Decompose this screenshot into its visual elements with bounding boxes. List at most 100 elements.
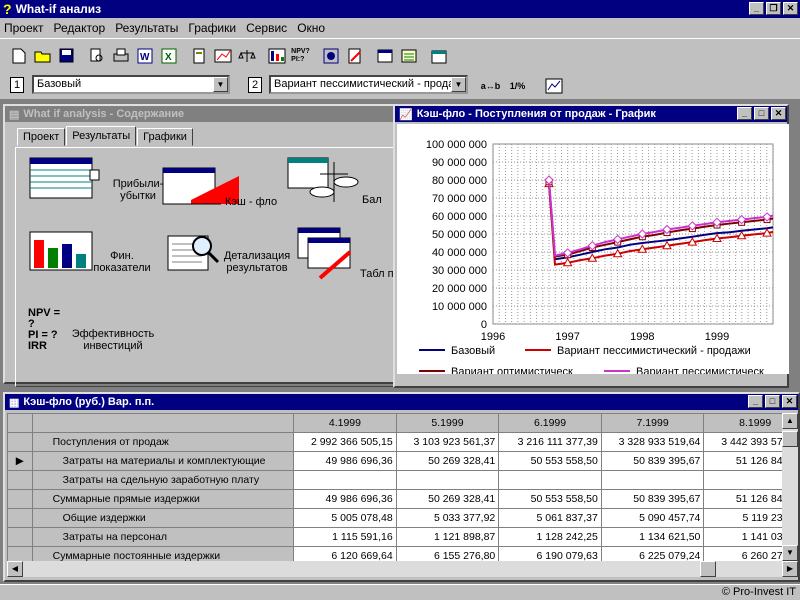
tab-charts[interactable]: Графики	[137, 128, 193, 146]
table-row[interactable]: ▶ Затраты на материалы и комплектующие 49 …	[7, 451, 782, 471]
details-item[interactable]: Детализация результатов	[166, 230, 292, 274]
value-cell[interactable]: 6 260 276,76	[703, 546, 782, 561]
column-header[interactable]: 4.1999	[293, 413, 397, 433]
value-cell[interactable]	[498, 470, 602, 490]
row-selector[interactable]	[7, 470, 33, 490]
value-cell[interactable]: 1 141 036,82	[703, 527, 782, 547]
restore-button[interactable]: ❐	[766, 2, 781, 15]
value-cell[interactable]: 50 839 395,67	[600, 489, 705, 509]
row-selector[interactable]	[7, 546, 33, 561]
table-horizontal-scrollbar[interactable]: ◀ ▶	[7, 561, 798, 577]
close-button[interactable]: ✕	[783, 2, 798, 15]
column-header[interactable]: 7.1999	[600, 413, 705, 433]
compare-values-icon[interactable]: a↔b	[480, 75, 501, 96]
row-selector[interactable]	[7, 527, 33, 547]
chart-maximize-button[interactable]: □	[754, 107, 769, 120]
excel-export-icon[interactable]: X	[158, 45, 179, 66]
table-row[interactable]: Поступления от продаж 2 992 366 505,15 3 1…	[7, 432, 782, 452]
value-cell[interactable]	[600, 470, 705, 490]
menu-editor[interactable]: Редактор	[54, 21, 106, 35]
value-cell[interactable]: 3 103 923 561,37	[395, 432, 500, 452]
balance-item[interactable]: Бал	[286, 156, 382, 206]
calendar-icon[interactable]	[428, 45, 449, 66]
chevron-down-icon[interactable]: ▼	[451, 77, 466, 92]
investment-efficiency-item[interactable]: NPV = ? PI = ? IRR Эффективность инвести…	[28, 308, 158, 353]
value-cell[interactable]: 5 061 837,37	[498, 508, 602, 528]
menu-window[interactable]: Окно	[297, 21, 325, 35]
value-cell[interactable]: 50 269 328,41	[395, 451, 500, 471]
chart-compare-icon[interactable]	[543, 75, 564, 96]
new-file-icon[interactable]	[8, 45, 29, 66]
chevron-down-icon[interactable]: ▼	[213, 77, 228, 92]
row-selector[interactable]	[7, 508, 33, 528]
scroll-right-icon[interactable]: ▶	[782, 561, 798, 577]
balance-icon[interactable]	[236, 45, 257, 66]
tab-project[interactable]: Проект	[17, 128, 66, 146]
base-variant-select[interactable]: Базовый ▼	[32, 75, 230, 94]
value-cell[interactable]: 6 120 669,64	[293, 546, 397, 561]
scroll-thumb[interactable]	[782, 431, 798, 447]
fin-indicators-item[interactable]: Фин. показатели	[28, 230, 152, 274]
value-cell[interactable]: 1 134 621,50	[600, 527, 705, 547]
row-selector[interactable]: ▶	[7, 451, 33, 471]
table-row[interactable]: Затраты на персонал 1 115 591,16 1 121 898…	[7, 527, 782, 547]
tab-results[interactable]: Результаты	[66, 126, 137, 146]
value-cell[interactable]: 1 128 242,25	[498, 527, 602, 547]
value-cell[interactable]: 6 190 079,63	[498, 546, 602, 561]
profit-loss-item[interactable]: Прибыли-убытки	[28, 156, 168, 202]
value-cell[interactable]: 1 121 898,87	[395, 527, 500, 547]
settings-icon[interactable]	[320, 45, 341, 66]
value-cell[interactable]: 3 442 393 574,62	[703, 432, 782, 452]
row-selector[interactable]	[7, 489, 33, 509]
value-cell[interactable]: 5 005 078,48	[293, 508, 397, 528]
value-cell[interactable]: 5 033 377,92	[395, 508, 500, 528]
window-icon[interactable]	[374, 45, 395, 66]
chart-window-title-bar[interactable]: 📈 Кэш-фло - Поступления от продаж - Граф…	[395, 106, 787, 122]
cashflow-report-icon[interactable]	[212, 45, 233, 66]
compare-percent-icon[interactable]: 1/%	[507, 75, 528, 96]
value-cell[interactable]: 50 553 558,50	[498, 489, 602, 509]
table-minimize-button[interactable]: _	[748, 395, 763, 408]
compare-variant-select[interactable]: Вариант пессимистический - прода ▼	[269, 75, 468, 94]
user-tables-item[interactable]: Табл пользова	[296, 226, 400, 280]
table-row[interactable]: Суммарные постоянные издержки 6 120 669,6…	[7, 546, 782, 561]
value-cell[interactable]: 50 839 395,67	[600, 451, 705, 471]
table-window-title-bar[interactable]: ▦ Кэш-фло (руб.) Вар. п.п. _ □ ✕	[5, 394, 798, 410]
value-cell[interactable]: 1 115 591,16	[293, 527, 397, 547]
value-cell[interactable]: 49 986 696,36	[293, 451, 397, 471]
value-cell[interactable]	[293, 470, 397, 490]
minimize-button[interactable]: _	[749, 2, 764, 15]
table-row[interactable]: Суммарные прямые издержки 49 986 696,36 50…	[7, 489, 782, 509]
analysis-table-icon[interactable]	[266, 45, 287, 66]
table-maximize-button[interactable]: □	[765, 395, 780, 408]
value-cell[interactable]: 51 126 849,00	[703, 489, 782, 509]
value-cell[interactable]: 49 986 696,36	[293, 489, 397, 509]
open-folder-icon[interactable]	[32, 45, 53, 66]
word-export-icon[interactable]: W	[134, 45, 155, 66]
value-cell[interactable]	[703, 470, 782, 490]
report-icon[interactable]	[188, 45, 209, 66]
table-close-button[interactable]: ✕	[782, 395, 797, 408]
scroll-up-icon[interactable]: ▲	[782, 413, 798, 429]
contents-window-title-bar[interactable]: ▤ What if analysis - Содержание	[5, 106, 393, 122]
print-icon[interactable]	[110, 45, 131, 66]
cashflow-item[interactable]: Кэш - фло	[161, 160, 277, 208]
table-row[interactable]: Общие издержки 5 005 078,48 5 033 377,92 5 …	[7, 508, 782, 528]
value-cell[interactable]: 50 553 558,50	[498, 451, 602, 471]
value-cell[interactable]: 3 328 933 519,64	[600, 432, 705, 452]
column-header[interactable]: 5.1999	[395, 413, 500, 433]
scroll-left-icon[interactable]: ◀	[7, 561, 23, 577]
chart-minimize-button[interactable]: _	[737, 107, 752, 120]
menu-service[interactable]: Сервис	[246, 21, 287, 35]
menu-charts[interactable]: Графики	[188, 21, 236, 35]
column-header[interactable]: 8.1999	[703, 413, 782, 433]
edit-icon[interactable]	[344, 45, 365, 66]
chart-close-button[interactable]: ✕	[771, 107, 786, 120]
value-cell[interactable]: 6 225 079,24	[600, 546, 705, 561]
value-cell[interactable]: 5 119 239,94	[703, 508, 782, 528]
row-selector[interactable]	[7, 432, 33, 452]
table-row[interactable]: Затраты на сдельную заработную плату	[7, 470, 782, 490]
menu-results[interactable]: Результаты	[115, 21, 178, 35]
value-cell[interactable]: 2 992 366 505,15	[293, 432, 397, 452]
save-icon[interactable]	[56, 45, 77, 66]
